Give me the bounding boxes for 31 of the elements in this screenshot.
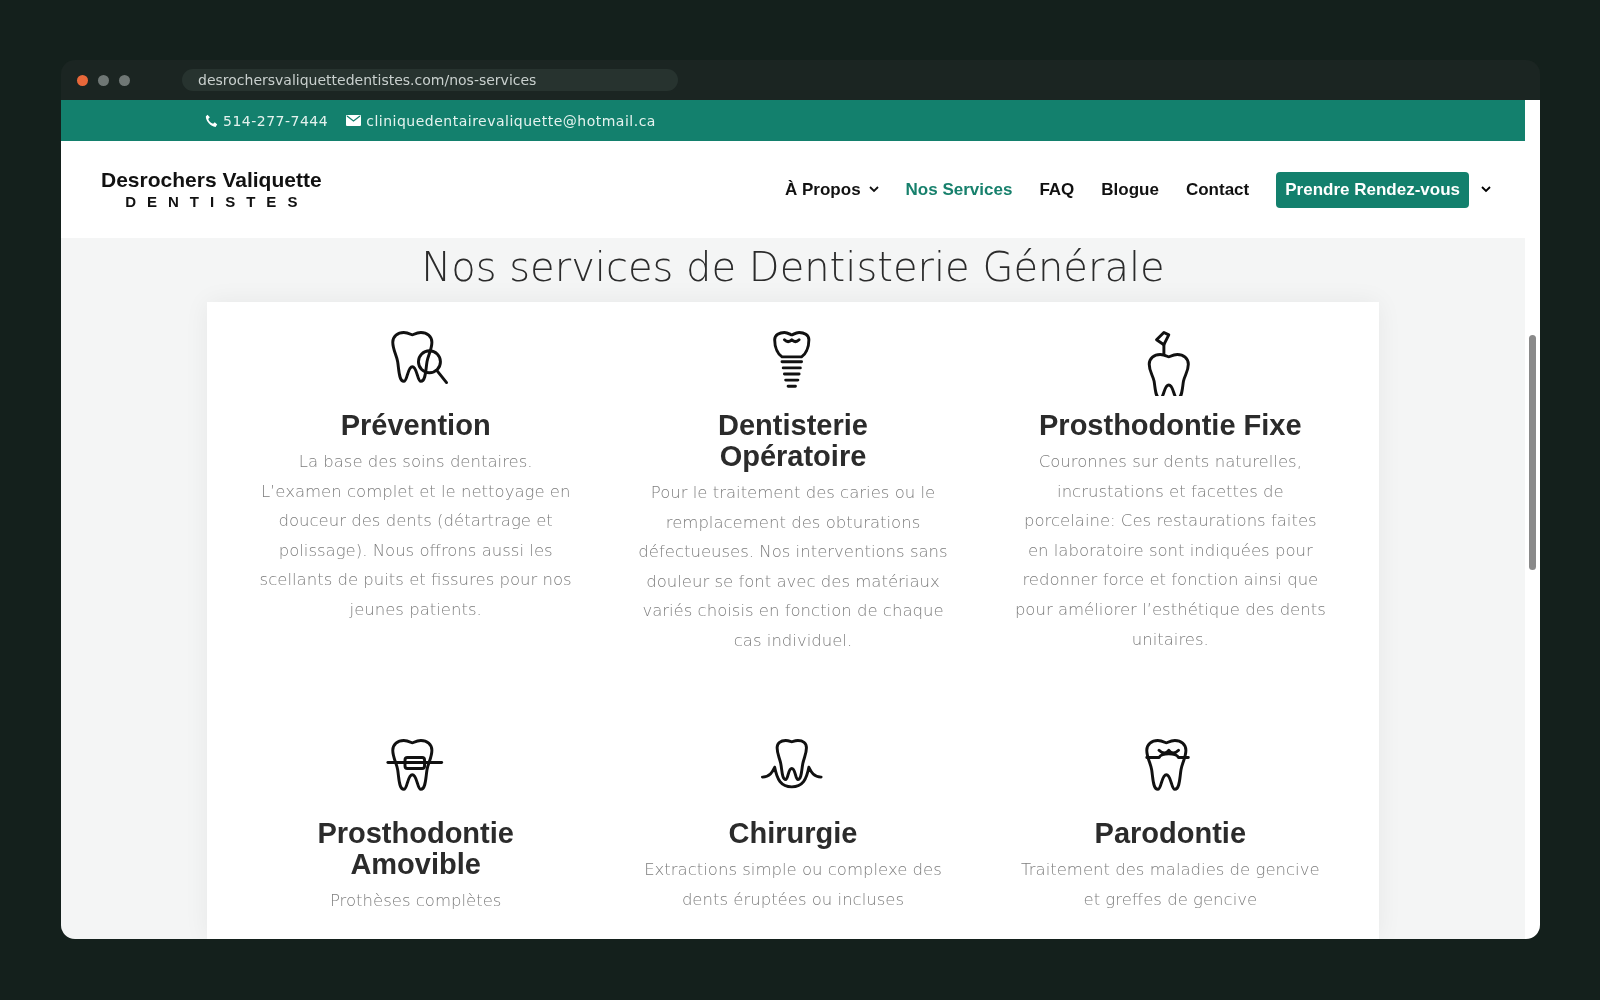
- nav-link[interactable]: À Propos: [785, 179, 879, 200]
- service-description: La base des soins dentaires. L’examen complet et le nettoyage en douceur des dents (détartrage et polissage). Nous offrons aussi les scellants de puits et fissures pour nos jeunes patients.: [258, 451, 573, 621]
- service-description: Pour le traitement des caries ou le remplacement des obturations défectueuses. Nos interventions sans douleur se font avec des matériaux variés choisis en fonction de chaque cas individuel.: [637, 482, 949, 652]
- close-window-dot[interactable]: [77, 74, 88, 86]
- minimize-window-dot[interactable]: [98, 74, 109, 86]
- service-title: Parodontie: [1094, 818, 1247, 850]
- nav-link[interactable]: FAQ: [1039, 179, 1075, 200]
- appointment-button[interactable]: Prendre Rendez-vous: [1276, 171, 1469, 208]
- address-bar[interactable]: desrochersvaliquettedentistes.com/nos-services: [182, 69, 678, 91]
- maximize-window-dot[interactable]: [119, 74, 130, 86]
- service-description: Couronnes sur dents naturelles, incrustations et facettes de porcelaine: Ces restaurations faites en laboratoire sont indiquées pour redonner force et fonction ainsi que pour améliorer l’esthétique des dents unitaires.: [1013, 451, 1327, 651]
- service-title: Prévention: [340, 410, 491, 441]
- scrollbar[interactable]: [1525, 100, 1540, 939]
- service-description: Traitement des maladies de gencive et greffes de gencive: [1020, 859, 1321, 912]
- email-address[interactable]: cliniquedentairevaliquette@hotmail.ca: [366, 112, 656, 129]
- phone-number[interactable]: 514-277-7444: [223, 112, 329, 129]
- logo-subtitle: DENTISTES: [125, 191, 309, 212]
- service-title: Prosthodontie Fixe: [1039, 410, 1302, 441]
- service-title: Chirurgie: [728, 818, 858, 850]
- phone-icon: [205, 114, 218, 127]
- service-description: Extractions simple ou complexe des dents éruptées ou incluses: [643, 859, 943, 912]
- nav-link[interactable]: Blogue: [1101, 179, 1159, 200]
- nav-link[interactable]: Nos Services: [905, 179, 1013, 200]
- service-title: Prosthodontie Amovible: [316, 818, 515, 881]
- page-title: Nos services de Dentisterie Générale: [420, 243, 1166, 292]
- service-title: Dentisterie Opératoire: [717, 410, 869, 472]
- envelope-icon: [346, 115, 362, 126]
- logo-name: Desrochers Valiquette: [101, 167, 322, 192]
- nav-link[interactable]: Contact: [1185, 179, 1250, 200]
- caret-icon: [868, 186, 879, 193]
- service-description: Prothèses complètes: [329, 890, 502, 913]
